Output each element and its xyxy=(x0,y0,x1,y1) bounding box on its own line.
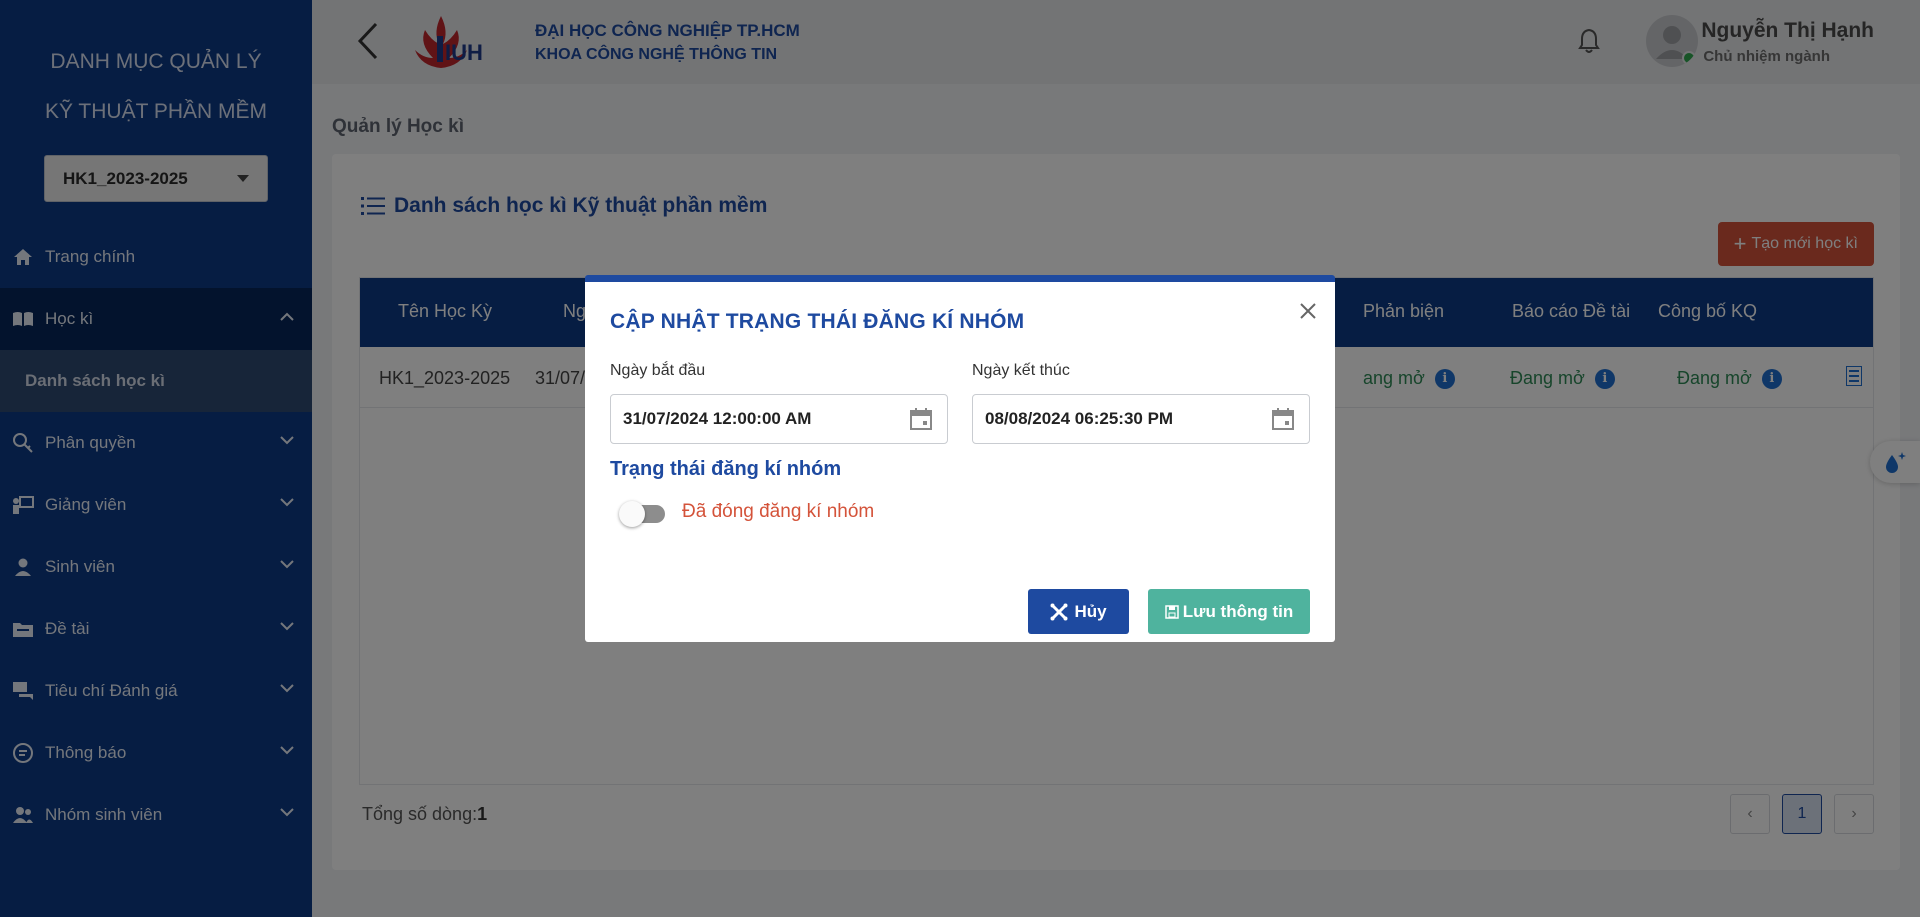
registration-toggle[interactable] xyxy=(619,501,667,527)
start-date-value: 31/07/2024 12:00:00 AM xyxy=(623,409,812,428)
registration-status-modal: CẬP NHẬT TRẠNG THÁI ĐĂNG KÍ NHÓM Ngày bắ… xyxy=(585,275,1335,642)
end-date-label: Ngày kết thúc xyxy=(972,362,1070,379)
calendar-icon[interactable] xyxy=(909,407,933,431)
start-date-field[interactable]: 31/07/2024 12:00:00 AM xyxy=(610,394,948,444)
save-icon xyxy=(1165,604,1179,619)
end-date-value: 08/08/2024 06:25:30 PM xyxy=(985,409,1174,428)
cancel-button[interactable]: Hủy xyxy=(1028,589,1129,634)
start-date-label: Ngày bắt đầu xyxy=(610,362,706,379)
save-button[interactable]: Lưu thông tin xyxy=(1148,589,1310,634)
modal-title: CẬP NHẬT TRẠNG THÁI ĐĂNG KÍ NHÓM xyxy=(610,310,1025,333)
registration-status-heading: Trạng thái đăng kí nhóm xyxy=(610,458,842,480)
save-button-label: Lưu thông tin xyxy=(1182,601,1294,621)
toggle-knob xyxy=(619,501,645,527)
calendar-icon[interactable] xyxy=(1271,407,1295,431)
cancel-icon xyxy=(1050,603,1068,620)
registration-toggle-label: Đã đóng đăng kí nhóm xyxy=(682,501,875,522)
cancel-button-label: Hủy xyxy=(1074,601,1107,621)
close-icon[interactable] xyxy=(1299,302,1317,320)
end-date-field[interactable]: 08/08/2024 06:25:30 PM xyxy=(972,394,1310,444)
